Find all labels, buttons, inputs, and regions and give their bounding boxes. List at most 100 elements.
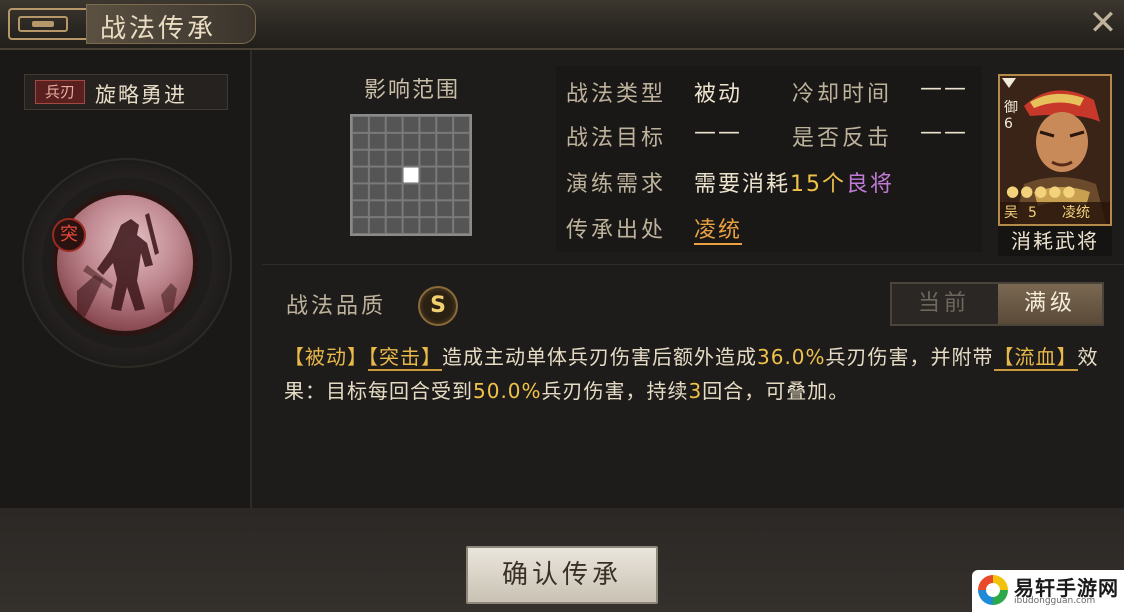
vertical-divider xyxy=(250,50,252,508)
range-cell xyxy=(369,201,385,217)
range-cell xyxy=(420,150,436,166)
range-cell xyxy=(353,184,368,200)
range-cell xyxy=(454,184,469,200)
range-grid xyxy=(350,114,472,236)
range-cell xyxy=(403,184,419,200)
close-button[interactable]: ✕ xyxy=(1086,6,1120,40)
range-cell xyxy=(437,133,453,149)
skill-type-value: 被动 xyxy=(694,82,743,107)
range-cell xyxy=(437,201,453,217)
range-cell xyxy=(420,201,436,217)
counter-label: 是否反击 xyxy=(792,126,893,151)
range-cell xyxy=(353,218,368,233)
range-cell xyxy=(403,218,419,233)
range-cell xyxy=(369,150,385,166)
range-cell xyxy=(386,184,402,200)
toggle-current[interactable]: 当前 xyxy=(892,284,996,324)
toggle-max-level[interactable]: 满级 xyxy=(998,284,1102,324)
watermark-url: ibudongguan.com xyxy=(1014,596,1096,606)
cooldown-value: —— xyxy=(920,76,968,101)
general-name: 凌统 xyxy=(1062,205,1090,221)
close-icon: ✕ xyxy=(1088,3,1118,43)
general-stars: ●●●●● xyxy=(1006,182,1077,200)
level-toggle: 当前 满级 xyxy=(890,282,1104,326)
range-cell xyxy=(369,167,385,183)
range-cell xyxy=(454,133,469,149)
skill-portrait-icon xyxy=(52,190,198,336)
range-cell xyxy=(369,184,385,200)
range-cell xyxy=(454,150,469,166)
range-cell xyxy=(420,184,436,200)
desc-tag-bleed[interactable]: 【流血】 xyxy=(993,345,1078,371)
general-camp: 吴 xyxy=(1004,205,1018,221)
range-cell xyxy=(454,218,469,233)
range-cell xyxy=(353,201,368,217)
page-title: 战法传承 xyxy=(100,14,217,44)
range-cell xyxy=(437,150,453,166)
range-cell xyxy=(386,150,402,166)
train-requirement-value: 需要消耗15个良将 xyxy=(694,166,894,198)
counter-value: —— xyxy=(920,120,968,145)
desc-tag-assault[interactable]: 【突击】 xyxy=(368,345,442,371)
range-cell xyxy=(454,201,469,217)
range-cell xyxy=(403,133,419,149)
train-item: 良将 xyxy=(846,172,895,197)
range-cell xyxy=(403,150,419,166)
range-cell xyxy=(437,218,453,233)
watermark-logo-icon xyxy=(978,575,1008,605)
title-bar: 战法传承 ✕ xyxy=(0,0,1124,50)
range-cell xyxy=(420,218,436,233)
train-count: 15个 xyxy=(790,172,847,197)
skill-description: 【被动】【突击】造成主动单体兵刃伤害后额外造成36.0%兵刃伤害，并附带【流血】… xyxy=(284,345,1099,403)
skill-target-label: 战法目标 xyxy=(566,126,667,151)
skill-category-badge: 突 xyxy=(52,218,86,252)
watermark: 易轩手游网 ibudongguan.com xyxy=(972,570,1124,612)
skill-name: 旋略勇进 xyxy=(95,83,187,107)
confirm-inherit-button[interactable]: 确认传承 xyxy=(466,546,658,604)
desc-tag-passive: 【被动】 xyxy=(284,345,368,369)
skill-target-value: —— xyxy=(694,120,742,145)
range-cell xyxy=(369,117,385,132)
title-ornament-icon xyxy=(8,8,86,40)
range-cell xyxy=(420,117,436,132)
source-label: 传承出处 xyxy=(566,218,667,243)
skill-name-box: 兵刃 旋略勇进 xyxy=(24,74,228,110)
range-cell xyxy=(386,218,402,233)
range-cell xyxy=(369,133,385,149)
consume-general-caption[interactable]: 消耗武将 xyxy=(998,226,1112,256)
range-cell xyxy=(386,201,402,217)
source-value: 凌统 xyxy=(694,212,743,245)
general-level: 5 xyxy=(1028,205,1037,221)
range-cell-self xyxy=(403,167,419,183)
range-cell xyxy=(403,117,419,132)
range-cell xyxy=(353,133,368,149)
cooldown-label: 冷却时间 xyxy=(792,82,893,107)
quality-label: 战法品质 xyxy=(286,294,387,319)
range-cell xyxy=(386,117,402,132)
range-cell xyxy=(437,167,453,183)
range-label: 影响范围 xyxy=(363,78,460,103)
range-cell xyxy=(369,218,385,233)
range-cell xyxy=(386,167,402,183)
range-cell xyxy=(403,201,419,217)
range-cell xyxy=(454,167,469,183)
range-cell xyxy=(353,117,368,132)
quality-grade-badge: S xyxy=(418,286,458,326)
train-prefix: 需要消耗 xyxy=(694,172,791,197)
general-card[interactable]: 御 6 ●●●●● 吴 5 凌统 xyxy=(998,74,1112,226)
range-cell xyxy=(454,117,469,132)
general-card-footer: 吴 5 凌统 xyxy=(1000,202,1110,224)
skill-type-tag: 兵刃 xyxy=(35,80,85,104)
source-general-link[interactable]: 凌统 xyxy=(694,218,743,245)
range-cell xyxy=(353,150,368,166)
train-requirement-label: 演练需求 xyxy=(566,172,667,197)
general-troop-type: 御 6 xyxy=(1004,100,1018,132)
horizontal-divider xyxy=(262,264,1124,265)
range-cell xyxy=(420,133,436,149)
range-cell xyxy=(353,167,368,183)
range-cell xyxy=(386,133,402,149)
range-cell xyxy=(437,184,453,200)
range-cell xyxy=(420,167,436,183)
skill-type-label: 战法类型 xyxy=(566,82,667,107)
range-grid-svg xyxy=(353,117,469,233)
